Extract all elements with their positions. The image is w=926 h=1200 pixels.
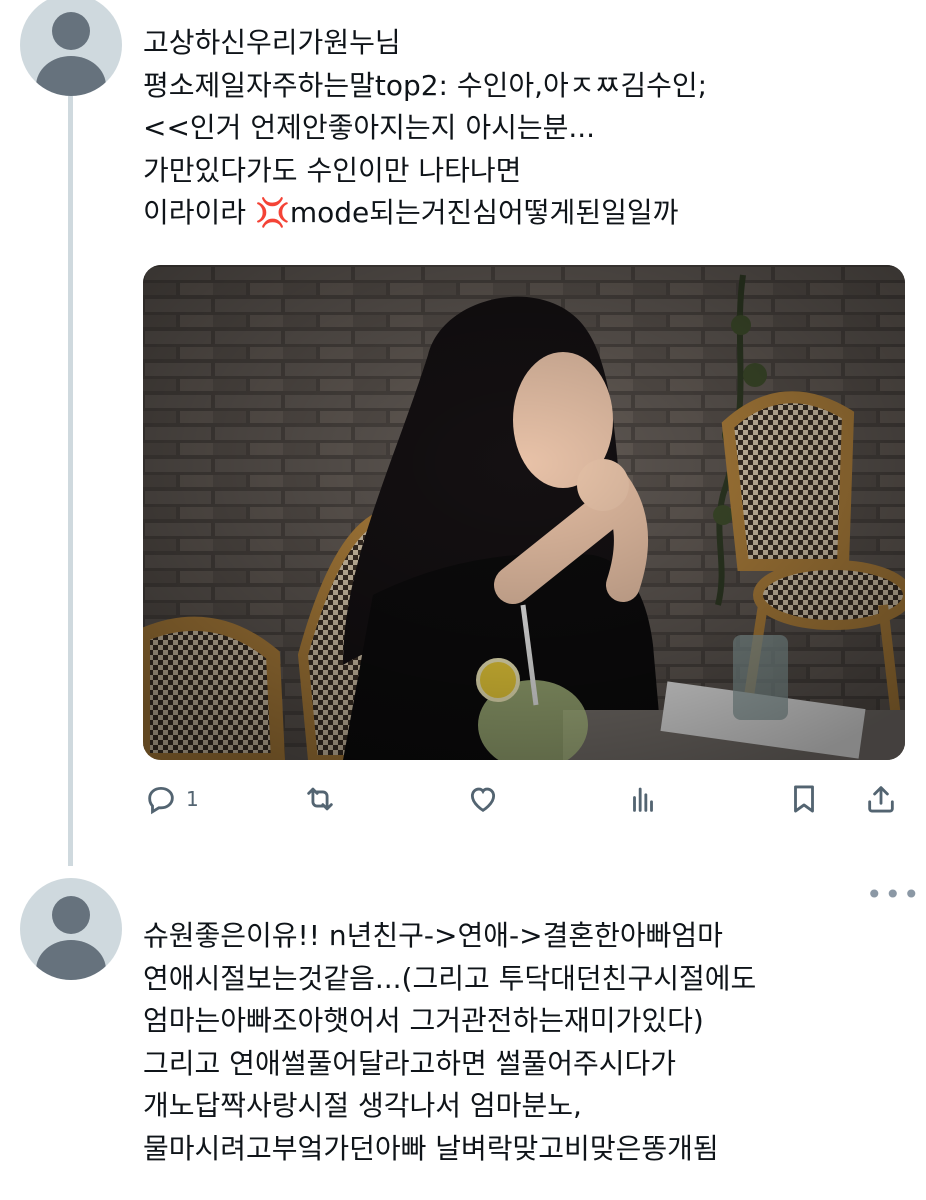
share-button[interactable] — [864, 782, 898, 816]
heart-icon — [470, 787, 496, 812]
avatar-body — [36, 56, 106, 96]
avatar[interactable] — [20, 0, 122, 96]
views-icon — [633, 787, 653, 812]
tweet-line: 고상하신우리가원누님 — [143, 26, 401, 59]
tweet-actions: 1 — [0, 782, 926, 818]
reply-count: 1 — [186, 787, 199, 811]
bookmark-button[interactable] — [787, 782, 821, 816]
tweet-text: 고상하신우리가원누님 평소제일자주하는말top2: 수인아,아ㅈㅉ김수인; <<… — [143, 22, 707, 235]
tweet-line: <<인거 언제안좋아지는지 아시는분... — [143, 111, 596, 144]
avatar-body — [36, 940, 106, 980]
tweet-text: 슈원좋은이유!! n년친구->연애->결혼한아빠엄마 연애시절보는것같음...(… — [143, 915, 756, 1170]
avatar-head — [52, 896, 90, 934]
bookmark-icon — [794, 785, 814, 813]
tweet-line-text: mode되는거진심어떻게된일일까 — [289, 196, 679, 229]
tweet-line: 평소제일자주하는말top2: 수인아,아ㅈㅉ김수인; — [143, 68, 708, 102]
avatar-head — [52, 12, 90, 50]
retweet-icon — [307, 787, 333, 811]
tweet-line: 이라이라 💢mode되는거진심어떻게된일일까 — [143, 192, 707, 235]
tweet-line: 엄마는아빠조아햇어서 그거관전하는재미가있다) — [143, 1004, 704, 1037]
tweet-line: 개노답짝사랑시절 생각나서 엄마분노, — [143, 1089, 582, 1122]
tweet-line: 물마시려고부엌가던아빠 날벼락맞고비맞은똥개됨 — [143, 1131, 719, 1165]
tweet-line: 연애시절보는것같음...(그리고 투닥대던친구시절에도 — [143, 961, 757, 995]
reply-icon — [148, 786, 174, 815]
views-button[interactable] — [626, 782, 660, 816]
reply-button[interactable]: 1 — [144, 782, 199, 816]
tweet-photo[interactable] — [143, 265, 905, 760]
anger-emoji: 💢 — [254, 196, 290, 229]
tweet-line: 그리고 연애썰풀어달라고하면 썰풀어주시다가 — [143, 1046, 677, 1080]
tweet-line: 슈원좋은이유!! n년친구->연애->결혼한아빠엄마 — [143, 919, 723, 952]
like-button[interactable] — [466, 782, 500, 816]
photo-illustration — [143, 265, 905, 760]
tweet-line: 가만있다가도 수인이만 나타나면 — [143, 153, 522, 187]
more-options-button[interactable]: ••• — [866, 878, 922, 911]
share-icon — [868, 786, 894, 813]
retweet-button[interactable] — [303, 782, 337, 816]
thread-line — [68, 96, 73, 866]
tweet-line-text: 이라이라 — [143, 196, 255, 229]
avatar[interactable] — [20, 878, 122, 980]
